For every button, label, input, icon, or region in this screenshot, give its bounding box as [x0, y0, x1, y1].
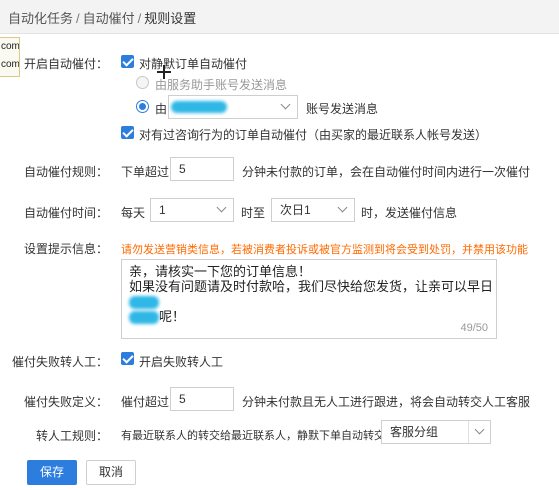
breadcrumb-separator: / — [137, 11, 142, 26]
remind-rule-suffix: 分钟未付款的订单，会在自动催付时间内进行一次催付 — [242, 165, 531, 179]
sender-account-select[interactable] — [168, 95, 298, 119]
save-button[interactable]: 保存 — [27, 460, 77, 485]
service-assistant-radio-label: 由服务助手账号发送消息 — [155, 78, 288, 92]
character-counter: 49/50 — [460, 322, 488, 334]
message-warning: 请勿发送营销类信息，若被消费者投诉或被官方监测到将会受到处罚，并禁用该功能 — [121, 244, 528, 256]
breadcrumb-automation-tasks[interactable]: 自动化任务 — [8, 11, 73, 26]
chevron-down-icon — [211, 199, 233, 221]
custom-account-radio-suffix: 账号发送消息 — [306, 102, 379, 116]
fail-transfer-checkbox[interactable] — [121, 352, 134, 365]
edge-tab-line: com — [1, 41, 20, 52]
service-group-value: 客服分组 — [390, 425, 439, 439]
auto-remind-checkbox-label: 对静默订单自动催付 — [139, 57, 248, 71]
remind-rule-prefix: 下单超过 — [121, 165, 170, 179]
custom-account-radio[interactable] — [136, 100, 149, 113]
redacted-text — [129, 296, 159, 310]
end-hour-select[interactable]: 次日1 — [271, 198, 355, 222]
fail-define-suffix: 分钟未付款且无人工进行跟进，将会自动转交人工客服 — [242, 395, 531, 409]
redacted-text — [129, 311, 159, 325]
message-line: 呢！ — [129, 309, 496, 325]
fail-transfer-checkbox-label: 开启失败转人工 — [139, 355, 224, 369]
message-line-text: 呢！ — [159, 309, 186, 325]
cancel-button[interactable]: 取消 — [86, 460, 136, 485]
redacted-account-name — [171, 101, 227, 113]
fail-define-prefix: 催付超过 — [121, 395, 170, 409]
page-title: 规则设置 — [144, 11, 197, 26]
start-hour-select[interactable]: 1 — [150, 198, 234, 222]
message-line: 如果没有问题请及时付款哈，我们尽快给您发货，让亲可以早日 — [129, 279, 496, 310]
auto-remind-checkbox[interactable] — [121, 55, 134, 68]
message-content: 亲，请核实一下您的订单信息！ 如果没有问题请及时付款哈，我们尽快给您发货，让亲可… — [129, 264, 496, 325]
remind-minutes-input[interactable]: 5 — [170, 157, 234, 181]
consult-order-checkbox-label: 对有过咨询行为的订单自动催付（由买家的最近联系人帐号发送） — [139, 128, 488, 142]
service-assistant-radio[interactable] — [136, 76, 149, 89]
consult-order-checkbox[interactable] — [121, 126, 134, 139]
remind-time-middle: 时至 — [241, 206, 266, 220]
remind-time-suffix: 时，发送催付信息 — [361, 206, 458, 220]
fail-transfer-label: 催付失败转人工： — [11, 355, 108, 369]
transfer-rule-label: 转人工规则： — [35, 429, 108, 443]
transfer-rule-text: 有最近联系人的转交给最近联系人，静默下单自动转交给 — [121, 430, 396, 442]
breadcrumb-separator: / — [76, 11, 80, 26]
remind-rule-label: 自动催付规则： — [23, 165, 108, 179]
message-textarea[interactable]: 亲，请核实一下您的订单信息！ 如果没有问题请及时付款哈，我们尽快给您发货，让亲可… — [121, 259, 497, 339]
end-hour-value: 次日1 — [280, 203, 311, 217]
top-bar: 自动化任务 / 自动催付 / 规则设置 — [0, 0, 559, 34]
remind-time-label: 自动催付时间： — [23, 206, 108, 220]
service-group-select[interactable]: 客服分组 — [381, 420, 491, 444]
breadcrumb-auto-remind[interactable]: 自动催付 — [83, 11, 135, 26]
custom-account-radio-prefix: 由 — [155, 102, 168, 116]
fail-minutes-input[interactable]: 5 — [170, 387, 234, 411]
message-line-text: 如果没有问题请及时付款哈，我们尽快给您发货，让亲可以早日 — [129, 279, 494, 294]
chevron-down-icon — [275, 96, 297, 118]
chevron-down-icon — [332, 199, 354, 221]
auto-remind-label: 开启自动催付： — [23, 57, 108, 71]
fail-define-label: 催付失败定义： — [23, 395, 108, 409]
remind-time-prefix: 每天 — [121, 206, 146, 220]
start-hour-value: 1 — [159, 203, 166, 217]
breadcrumb: 自动化任务 / 自动催付 / 规则设置 — [8, 8, 196, 27]
chevron-down-icon — [468, 421, 490, 443]
message-line: 亲，请核实一下您的订单信息！ — [129, 264, 312, 279]
message-label: 设置提示信息： — [23, 242, 108, 256]
